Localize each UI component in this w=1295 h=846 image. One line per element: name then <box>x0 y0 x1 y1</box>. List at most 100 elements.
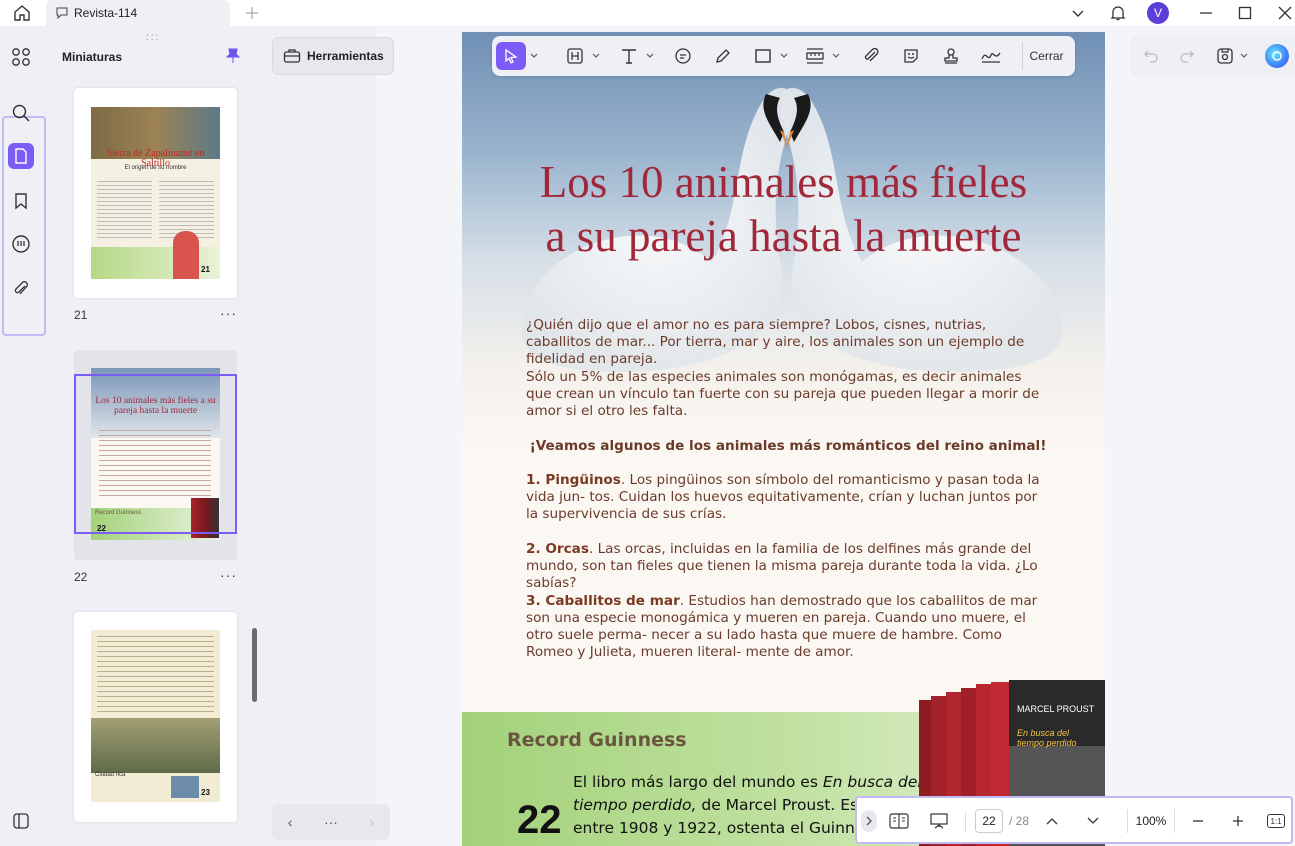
bookmark-icon[interactable] <box>8 188 34 214</box>
thumbnails-panel: ::: Miniaturas Sierra de Zapalinamé en S… <box>46 26 266 846</box>
close-icon[interactable] <box>1273 2 1295 24</box>
new-tab-icon[interactable] <box>240 2 264 24</box>
apps-grid-icon[interactable] <box>8 44 34 70</box>
intro-paragraph-2: Sólo un 5% de las especies animales son … <box>526 369 1040 419</box>
comments-icon[interactable] <box>8 231 34 257</box>
current-page-input[interactable]: 22 <box>975 809 1003 833</box>
attachment-icon[interactable] <box>8 276 34 302</box>
minimize-icon[interactable] <box>1194 2 1218 24</box>
intro-paragraph-1: ¿Quién dijo que el amor no es para siemp… <box>526 317 1025 367</box>
next-page-icon[interactable] <box>1082 810 1104 832</box>
signature-icon[interactable] <box>976 42 1006 70</box>
left-icon-rail <box>0 26 46 846</box>
thumbnail-page-number: 21 <box>74 308 88 322</box>
pencil-icon[interactable] <box>710 42 736 70</box>
avatar-initial: V <box>1147 2 1169 24</box>
book-author: MARCEL PROUST <box>1017 704 1095 714</box>
thumbnail-image: Sierra de Zapalinamé en Saltillo El orig… <box>91 107 220 279</box>
thumbnail-more-button[interactable]: ··· <box>220 305 237 321</box>
actual-size-label: 1:1 <box>1267 814 1285 828</box>
navigation-pane <box>266 26 376 846</box>
highlight-icon[interactable] <box>562 42 588 70</box>
title-line-1: Los 10 animales más fieles <box>539 157 1028 207</box>
prev-page-button[interactable]: ‹ <box>288 814 293 830</box>
section-headline: ¡Veamos algunos de los animales más romá… <box>529 438 1047 454</box>
ai-assistant-icon[interactable] <box>1264 42 1290 70</box>
item-text: . Las orcas, incluidas en la familia de … <box>526 541 1038 591</box>
zoom-in-icon[interactable] <box>1227 810 1249 832</box>
home-icon[interactable] <box>10 2 34 24</box>
item-name: 1. Pingüinos <box>526 472 621 488</box>
stamp-icon[interactable] <box>938 42 964 70</box>
thumbnail-page-22[interactable]: Los 10 animales más fieles a su pareja h… <box>74 350 237 560</box>
save-icon[interactable] <box>1214 42 1236 70</box>
item-name: 2. Orcas <box>526 541 589 557</box>
panel-title: Miniaturas <box>62 50 123 64</box>
collapse-statusbar-icon[interactable] <box>861 810 877 832</box>
search-icon[interactable] <box>8 100 34 126</box>
page-layout-icon[interactable] <box>887 810 911 832</box>
tab-title: Revista-114 <box>74 6 138 20</box>
thumbnail-image: Ciudad rica 23 <box>91 630 220 802</box>
page-pager: ‹ ··· › <box>272 804 390 840</box>
text-tool-icon[interactable] <box>616 42 642 70</box>
record-title: Record Guinness <box>507 729 687 751</box>
chevron-down-icon[interactable] <box>778 42 790 70</box>
chevron-down-icon[interactable] <box>1066 2 1090 24</box>
panel-resize-handle[interactable]: ::: <box>146 32 160 43</box>
thumbnail-page-21[interactable]: Sierra de Zapalinamé en Saltillo El orig… <box>74 88 237 298</box>
zoom-out-icon[interactable] <box>1187 810 1209 832</box>
bottom-status-bar: 22 / 28 100% 1:1 <box>855 796 1293 844</box>
chevron-down-icon[interactable] <box>590 42 602 70</box>
right-toolbar <box>1130 36 1295 76</box>
sticker-icon[interactable] <box>898 42 924 70</box>
zoom-level[interactable]: 100% <box>1127 809 1175 833</box>
tools-label: Herramientas <box>307 49 384 63</box>
select-cursor-icon[interactable] <box>496 42 526 70</box>
thumbnail-footer: Ciudad rica <box>95 772 126 778</box>
thumbnails-scrollbar[interactable] <box>252 628 257 702</box>
note-comment-icon[interactable] <box>670 42 696 70</box>
item-pinguinos: 1. Pingüinos. Los pingüinos son símbolo … <box>526 472 1050 523</box>
thumbnail-badge: 21 <box>201 265 210 274</box>
pin-icon[interactable] <box>226 48 240 64</box>
attachment-icon[interactable] <box>858 42 884 70</box>
annotation-toolbar: Cerrar <box>492 36 1075 76</box>
thumbnail-subtitle: El origen de su nombre <box>124 165 187 171</box>
tools-button[interactable]: Herramientas <box>272 37 394 75</box>
previous-page-icon[interactable] <box>1041 810 1063 832</box>
item-orcas: 2. Orcas. Las orcas, incluidas en la fam… <box>526 541 1050 592</box>
bell-icon[interactable] <box>1106 2 1130 24</box>
thumbnail-page-number: 22 <box>74 570 88 584</box>
record-text-part: de Marcel Proust. Es <box>696 796 859 814</box>
presentation-icon[interactable] <box>927 810 951 832</box>
chevron-down-icon[interactable] <box>1238 42 1250 70</box>
thumbnails-page-icon[interactable] <box>8 143 34 169</box>
thumbnail-more-button[interactable]: ··· <box>220 567 237 583</box>
sidebar-toggle-icon[interactable] <box>8 808 34 834</box>
avatar[interactable]: V <box>1146 2 1170 24</box>
pager-more-button[interactable]: ··· <box>324 814 338 830</box>
document-page: Los 10 animales más fieles a su pareja h… <box>462 32 1105 846</box>
next-page-button[interactable]: › <box>370 814 375 830</box>
redo-icon[interactable] <box>1176 42 1198 70</box>
item-name: 3. Caballitos de mar <box>526 593 680 609</box>
title-bar: Revista-114 V <box>0 0 1295 26</box>
selected-page-frame <box>74 374 237 534</box>
thumbnail-page-23[interactable]: Ciudad rica 23 <box>74 612 237 822</box>
undo-icon[interactable] <box>1140 42 1162 70</box>
toolbox-icon <box>283 49 301 63</box>
record-text-part: entre 1908 y 1922, ostenta el Guinne <box>573 819 865 837</box>
book-title: En busca del tiempo perdido <box>1017 728 1077 748</box>
close-toolbar-button[interactable]: Cerrar <box>1022 42 1070 70</box>
chevron-down-icon[interactable] <box>528 42 540 70</box>
maximize-icon[interactable] <box>1233 2 1257 24</box>
measure-icon[interactable] <box>802 42 828 70</box>
article-title: Los 10 animales más fieles a su pareja h… <box>462 155 1105 263</box>
rectangle-icon[interactable] <box>750 42 776 70</box>
chevron-down-icon[interactable] <box>830 42 842 70</box>
total-pages: / 28 <box>1009 814 1030 828</box>
actual-size-button[interactable]: 1:1 <box>1265 810 1287 832</box>
document-tab[interactable]: Revista-114 <box>46 0 230 26</box>
chevron-down-icon[interactable] <box>644 42 656 70</box>
